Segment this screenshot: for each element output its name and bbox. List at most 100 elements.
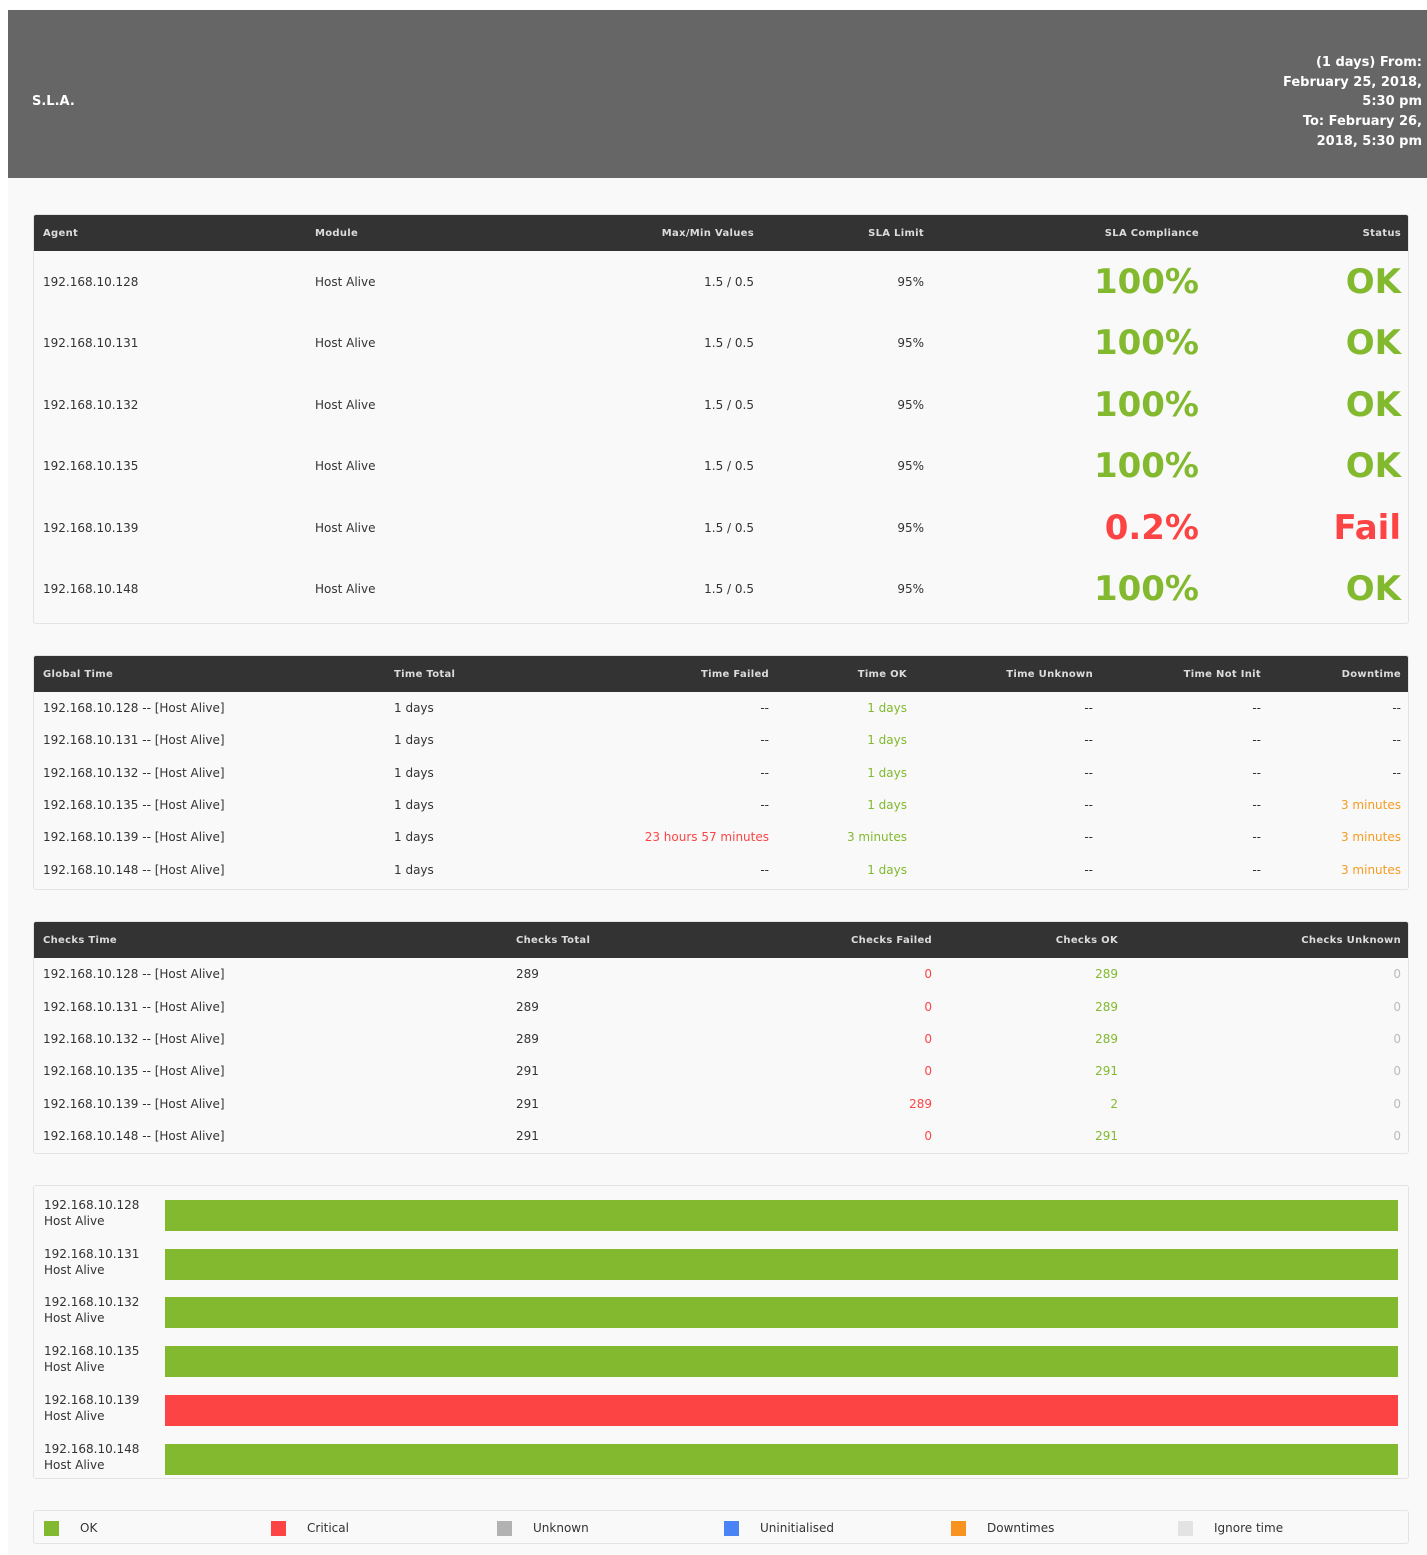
legend-item: Ignore time bbox=[1178, 1520, 1283, 1536]
table-row: 192.168.10.128 -- [Host Alive] 1 days -- 1 … bbox=[34, 692, 1408, 724]
table-row: 192.168.10.128 Host Alive 1.5 / 0.5 95% 100%… bbox=[34, 251, 1408, 313]
table-row: 192.168.10.148 Host Alive 1.5 / 0.5 95% 100%… bbox=[34, 559, 1408, 621]
sla-limit-cell: 95% bbox=[897, 336, 924, 351]
time-failed-cell: -- bbox=[760, 765, 769, 780]
time-ok-cell: 3 minutes bbox=[846, 830, 907, 845]
status-bar-row: 192.168.10.135 Host Alive bbox=[34, 1337, 1408, 1386]
date-range-line: 2018, 5:30 pm bbox=[1316, 133, 1422, 149]
maxmin-cell: 1.5 / 0.5 bbox=[704, 520, 754, 535]
legend-label: OK bbox=[80, 1521, 98, 1535]
column-header-module: Module bbox=[306, 215, 578, 251]
legend-item: Downtimes bbox=[951, 1520, 1054, 1536]
legend-swatch bbox=[497, 1520, 512, 1536]
time-not-init-cell: -- bbox=[1252, 701, 1261, 716]
time-failed-cell: -- bbox=[760, 862, 769, 877]
status-bar-row: 192.168.10.139 Host Alive bbox=[34, 1386, 1408, 1435]
status-bar bbox=[165, 1346, 1398, 1377]
date-range-line: To: February 26, bbox=[1302, 114, 1422, 130]
status-bar-module: Host Alive bbox=[44, 1409, 105, 1423]
downtime-cell: 3 minutes bbox=[1340, 798, 1401, 813]
time-ok-cell: 1 days bbox=[867, 733, 907, 748]
status-bar-agent: 192.168.10.148 bbox=[44, 1442, 140, 1456]
time-not-init-cell: -- bbox=[1252, 798, 1261, 813]
checks-failed-cell: 0 bbox=[924, 1031, 932, 1046]
global-time-cell: 192.168.10.135 -- [Host Alive] bbox=[43, 798, 225, 813]
agent-cell: 192.168.10.139 bbox=[43, 520, 139, 535]
status-bar bbox=[165, 1249, 1398, 1280]
checks-failed-cell: 0 bbox=[924, 1129, 932, 1144]
table-row: 192.168.10.139 Host Alive 1.5 / 0.5 95% 0.2%… bbox=[34, 497, 1408, 559]
status-bar-agent: 192.168.10.139 bbox=[44, 1393, 140, 1407]
legend-swatch bbox=[951, 1520, 966, 1536]
status-bar-label: 192.168.10.135 Host Alive bbox=[44, 1343, 139, 1375]
sla-limit-cell: 95% bbox=[897, 582, 924, 597]
agent-cell: 192.168.10.132 bbox=[43, 397, 139, 412]
status-bar-label: 192.168.10.139 Host Alive bbox=[44, 1392, 139, 1424]
table-row: 192.168.10.128 -- [Host Alive] 289 0 289 0 bbox=[34, 958, 1408, 990]
status-bar-label: 192.168.10.131 Host Alive bbox=[44, 1246, 139, 1278]
module-cell: Host Alive bbox=[315, 274, 376, 289]
downtime-cell: -- bbox=[1392, 733, 1401, 748]
column-header-downtime: Downtime bbox=[1270, 656, 1408, 692]
global-time-cell: 192.168.10.131 -- [Host Alive] bbox=[43, 733, 225, 748]
status-bar-module: Host Alive bbox=[44, 1263, 105, 1277]
time-unknown-cell: -- bbox=[1084, 862, 1093, 877]
legend-swatch bbox=[1178, 1520, 1193, 1536]
agent-cell: 192.168.10.148 bbox=[43, 582, 139, 597]
legend-item: Critical bbox=[271, 1520, 349, 1536]
status-bar-module: Host Alive bbox=[44, 1214, 105, 1228]
status-bar-row: 192.168.10.148 Host Alive bbox=[34, 1435, 1408, 1478]
status-bar-row: 192.168.10.131 Host Alive bbox=[34, 1240, 1408, 1289]
time-total-cell: 1 days bbox=[394, 862, 434, 877]
status-bar-agent: 192.168.10.131 bbox=[44, 1247, 140, 1261]
date-range-line: (1 days) From: bbox=[1315, 55, 1422, 70]
table-row: 192.168.10.135 -- [Host Alive] 1 days -- 1 … bbox=[34, 789, 1408, 821]
status-bar-label: 192.168.10.132 Host Alive bbox=[44, 1294, 139, 1326]
status-bar bbox=[165, 1444, 1398, 1475]
checks-ok-cell: 289 bbox=[1095, 999, 1118, 1014]
sla-compliance-cell: 100% bbox=[1093, 569, 1199, 610]
sla-compliance-panel: Agent Module Max/Min Values SLA Limit SL… bbox=[33, 214, 1409, 624]
column-header-checks-time: Checks Time bbox=[34, 922, 507, 958]
status-bar bbox=[165, 1200, 1398, 1231]
checks-time-cell: 192.168.10.132 -- [Host Alive] bbox=[43, 1031, 225, 1046]
column-header-checks-unknown: Checks Unknown bbox=[1127, 922, 1408, 958]
checks-time-cell: 192.168.10.135 -- [Host Alive] bbox=[43, 1064, 225, 1079]
status-cell: OK bbox=[1345, 323, 1401, 364]
time-ok-cell: 1 days bbox=[867, 701, 907, 716]
global-time-cell: 192.168.10.132 -- [Host Alive] bbox=[43, 765, 225, 780]
sla-compliance-table: Agent Module Max/Min Values SLA Limit SL… bbox=[34, 215, 1408, 621]
checks-total-cell: 291 bbox=[516, 1064, 539, 1079]
legend-label: Critical bbox=[307, 1521, 349, 1535]
legend: OK Critical Unknown Uninitialised Downtimes I… bbox=[33, 1510, 1409, 1544]
module-cell: Host Alive bbox=[315, 397, 376, 412]
time-not-init-cell: -- bbox=[1252, 830, 1261, 845]
agent-cell: 192.168.10.131 bbox=[43, 336, 139, 351]
legend-label: Unknown bbox=[533, 1521, 589, 1535]
checks-time-cell: 192.168.10.139 -- [Host Alive] bbox=[43, 1096, 225, 1111]
sla-compliance-cell: 100% bbox=[1093, 446, 1199, 487]
status-bars-panel: 192.168.10.128 Host Alive 192.168.10.131 Ho… bbox=[33, 1185, 1409, 1479]
time-total-cell: 1 days bbox=[394, 733, 434, 748]
sla-limit-cell: 95% bbox=[897, 520, 924, 535]
legend-item: Uninitialised bbox=[724, 1520, 834, 1536]
time-failed-cell: -- bbox=[760, 798, 769, 813]
checks-failed-cell: 289 bbox=[909, 1096, 932, 1111]
checks-failed-cell: 0 bbox=[924, 967, 932, 982]
column-header-maxmin: Max/Min Values bbox=[578, 215, 763, 251]
column-header-time-ok: Time OK bbox=[778, 656, 916, 692]
sla-limit-cell: 95% bbox=[897, 397, 924, 412]
table-row: 192.168.10.131 Host Alive 1.5 / 0.5 95% 100%… bbox=[34, 313, 1408, 375]
module-cell: Host Alive bbox=[315, 459, 376, 474]
sla-compliance-cell: 100% bbox=[1093, 384, 1199, 425]
time-failed-cell: -- bbox=[760, 733, 769, 748]
table-header-row: Checks Time Checks Total Checks Failed C… bbox=[34, 922, 1408, 958]
column-header-checks-total: Checks Total bbox=[507, 922, 707, 958]
status-cell: OK bbox=[1345, 261, 1401, 302]
checks-ok-cell: 291 bbox=[1095, 1064, 1118, 1079]
time-total-cell: 1 days bbox=[394, 701, 434, 716]
sla-limit-cell: 95% bbox=[897, 274, 924, 289]
time-failed-cell: -- bbox=[760, 701, 769, 716]
checks-table: Checks Time Checks Total Checks Failed C… bbox=[34, 922, 1408, 1152]
checks-total-cell: 289 bbox=[516, 999, 539, 1014]
